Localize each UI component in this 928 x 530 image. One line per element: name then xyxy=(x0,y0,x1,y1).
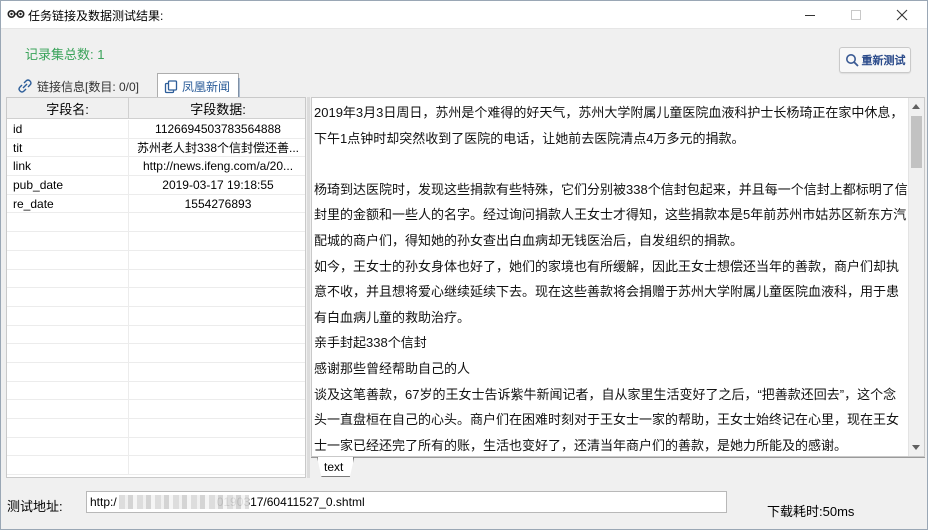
empty-row xyxy=(7,344,305,363)
test-url-label: 测试地址: xyxy=(7,499,63,514)
tab-link-info-label: 链接信息[数目: 0/0] xyxy=(37,79,140,94)
field-value-cell: 1554276893 xyxy=(184,196,252,211)
tab-link-info[interactable]: 链接信息[数目: 0/0] xyxy=(11,74,145,98)
field-value-cell: 2019-03-17 19:18:55 xyxy=(162,178,274,193)
sheet-tab-strip: text xyxy=(311,457,925,478)
article-paragraph: 如今，王女士的孙女身体也好了，她们的家境也有所缓解，因此王女士想偿还当年的善款，… xyxy=(314,258,900,325)
window-title: 任务链接及数据测试结果: xyxy=(28,9,164,23)
empty-row xyxy=(7,288,305,307)
empty-row xyxy=(7,325,305,345)
minimize-icon xyxy=(805,14,815,16)
download-time-label: 下载耗时:50ms xyxy=(767,504,855,519)
redacted-url-segment xyxy=(119,495,249,509)
close-icon xyxy=(896,9,908,21)
empty-row xyxy=(7,232,305,251)
close-button[interactable] xyxy=(879,1,925,29)
empty-row xyxy=(7,437,305,457)
field-value-cell: 1126694503783564888 xyxy=(155,122,281,136)
panel-splitter[interactable] xyxy=(307,97,310,478)
article-paragraph: 谈及这笔善款，67岁的王女士告诉紫牛新闻记者，自从家里生活变好了之后，“把善款还… xyxy=(314,386,900,453)
grid-header: 字段名: 字段数据: xyxy=(7,98,305,119)
retest-button-label: 重新测试 xyxy=(861,55,906,67)
field-name-cell: re_date xyxy=(7,194,129,213)
article-content: 2019年3月3日周日，苏州是个难得的好天气，苏州大学附属儿童医院血液科护士长杨… xyxy=(314,100,908,456)
article-text-view[interactable]: 2019年3月3日周日，苏州是个难得的好天气，苏州大学附属儿童医院血液科护士长杨… xyxy=(311,97,925,457)
glasses-icon xyxy=(7,9,25,19)
article-paragraph: 杨琦到达医院时，发现这些捐款有些特殊，它们分别被338个信封包起来，并且每一个信… xyxy=(314,181,908,248)
article-paragraph: 2019年3月3日周日，苏州是个难得的好天气，苏州大学附属儿童医院血液科护士长杨… xyxy=(314,105,904,146)
field-value-cell: 苏州老人封338个信封偿还善... xyxy=(136,140,300,155)
minimize-button[interactable] xyxy=(787,1,833,29)
search-icon xyxy=(845,54,859,67)
field-value-cell: http://news.ifeng.com/a/20... xyxy=(142,159,294,174)
retest-button[interactable]: 重新测试 xyxy=(839,47,911,73)
empty-row xyxy=(7,362,305,382)
scroll-down-icon[interactable] xyxy=(912,445,920,450)
table-row[interactable]: tit 苏州老人封338个信封偿还善... xyxy=(7,138,305,158)
field-name-cell: tit xyxy=(7,138,129,157)
column-header-field-name[interactable]: 字段名: xyxy=(7,98,129,119)
link-icon xyxy=(18,79,32,93)
maximize-icon xyxy=(851,10,861,20)
empty-row xyxy=(7,381,305,401)
field-name-cell: link xyxy=(7,157,129,176)
field-name-cell: pub_date xyxy=(7,176,129,194)
empty-row xyxy=(7,456,305,476)
column-header-field-data[interactable]: 字段数据: xyxy=(129,98,305,119)
article-blank-line xyxy=(314,151,908,177)
record-count-label: 记录集总数: 1 xyxy=(25,47,105,62)
article-paragraph: 亲手封起338个信封 xyxy=(314,335,427,351)
empty-row xyxy=(7,213,305,233)
app-window: 任务链接及数据测试结果: 记录集总数: 1 重新测试 链接信息[数目: 0/0] xyxy=(0,0,928,530)
table-row[interactable]: pub_date 2019-03-17 19:18:55 xyxy=(7,176,305,195)
maximize-button[interactable] xyxy=(833,1,879,29)
tab-ifeng-news[interactable]: 凤凰新闻 xyxy=(157,73,241,99)
empty-row xyxy=(7,419,305,438)
tab-text[interactable]: text xyxy=(317,457,355,477)
scroll-up-icon[interactable] xyxy=(912,104,920,109)
tab-ifeng-news-label: 凤凰新闻 xyxy=(182,80,231,94)
empty-row xyxy=(7,269,305,289)
field-grid: 字段名: 字段数据: id 1126694503783564888 tit 苏州… xyxy=(6,97,306,478)
grid-body: id 1126694503783564888 tit 苏州老人封338个信封偿还… xyxy=(7,120,305,476)
copy-icon xyxy=(164,79,178,93)
article-paragraph: 感谢那些曾经帮助自己的人 xyxy=(314,360,471,376)
table-row[interactable]: re_date 1554276893 xyxy=(7,194,305,214)
vertical-scrollbar[interactable] xyxy=(908,98,924,456)
empty-row xyxy=(7,250,305,270)
empty-row xyxy=(7,400,305,419)
title-bar: 任务链接及数据测试结果: xyxy=(1,1,927,29)
field-name-cell: id xyxy=(7,120,129,138)
empty-row xyxy=(7,306,305,326)
scroll-thumb[interactable] xyxy=(911,116,922,168)
table-row[interactable]: id 1126694503783564888 xyxy=(7,120,305,139)
table-row[interactable]: link http://news.ifeng.com/a/20... xyxy=(7,157,305,177)
